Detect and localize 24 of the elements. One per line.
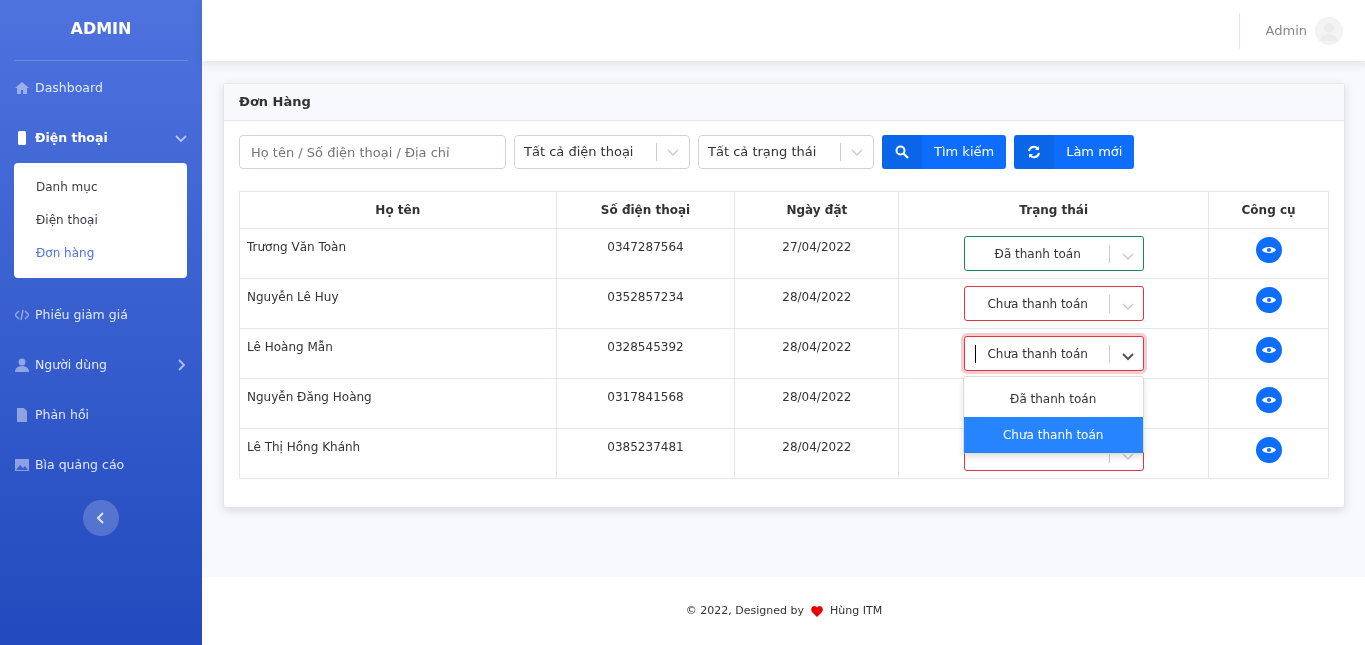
footer-text: © 2022, Designed by — [685, 602, 804, 619]
table-cell: 0352857234 — [607, 290, 684, 304]
table-cell: 0317841568 — [607, 390, 684, 404]
brand-title: ADMIN — [14, 0, 188, 61]
column-header: Trạng thái — [898, 191, 1209, 229]
card-title: Đơn Hàng — [224, 84, 1344, 121]
table-cell: Lê Hoàng Mẫn — [247, 340, 333, 354]
column-header: Số điện thoại — [556, 191, 735, 229]
table-cell: 0385237481 — [607, 440, 684, 454]
table-cell: 28/04/2022 — [782, 390, 852, 404]
column-header: Công cụ — [1208, 191, 1329, 229]
author-name: Hùng ITM — [830, 602, 883, 619]
table-cell: 28/04/2022 — [782, 340, 852, 354]
column-header: Họ tên — [239, 191, 557, 229]
table-cell: 28/04/2022 — [782, 440, 852, 454]
table-cell: Nguyễn Đăng Hoàng — [247, 390, 372, 404]
table-cell: 0328545392 — [607, 340, 684, 354]
table-cell: 27/04/2022 — [782, 240, 852, 254]
column-header: Ngày đặt — [734, 191, 899, 229]
table-cell: Lê Thị Hồng Khánh — [247, 440, 361, 454]
table-cell: 0347287564 — [607, 240, 684, 254]
table-cell: Trương Văn Toàn — [247, 240, 347, 254]
table-cell: 28/04/2022 — [782, 290, 852, 304]
table-cell: Nguyễn Lê Huy — [247, 290, 339, 304]
